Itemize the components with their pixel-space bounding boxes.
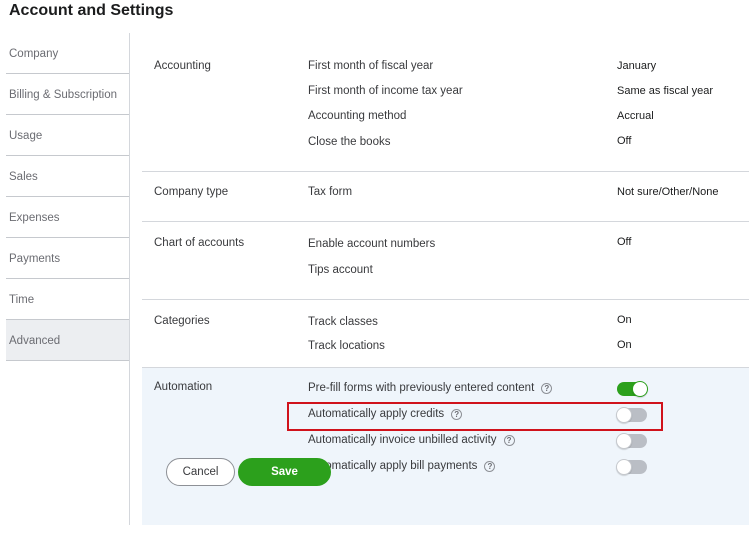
row-value: Same as fiscal year xyxy=(617,85,713,97)
section-label: Accounting xyxy=(154,60,211,72)
toggle-knob xyxy=(616,459,632,475)
categories-section[interactable]: Categories Track classes On Track locati… xyxy=(142,300,749,368)
row-value: On xyxy=(617,314,632,326)
page-title: Account and Settings xyxy=(9,2,174,19)
toggle-knob xyxy=(616,433,632,449)
sidebar-item-sales[interactable]: Sales xyxy=(6,156,129,197)
accounting-section[interactable]: Accounting First month of fiscal year Ja… xyxy=(142,33,749,172)
row-value: On xyxy=(617,339,632,351)
row-value: Not sure/Other/None xyxy=(617,186,719,198)
section-label: Company type xyxy=(154,186,229,198)
row-label: Accounting method xyxy=(308,110,407,122)
automation-section[interactable]: Automation Pre-fill forms with previousl… xyxy=(142,368,749,525)
toggle-knob xyxy=(632,381,648,397)
row-label-text: Pre-fill forms with previously entered c… xyxy=(308,382,535,394)
save-button[interactable]: Save xyxy=(238,458,331,486)
sidebar-item-time[interactable]: Time xyxy=(6,279,129,320)
invoice-unbilled-label: Automatically invoice unbilled activity … xyxy=(308,434,515,446)
prefill-forms-toggle[interactable] xyxy=(617,381,648,397)
row-value: Off xyxy=(617,135,632,147)
help-circle-icon[interactable]: ? xyxy=(484,460,496,472)
section-label: Chart of accounts xyxy=(154,237,245,249)
row-label: Track locations xyxy=(308,340,385,352)
highlight-box xyxy=(287,402,663,431)
row-label: First month of fiscal year xyxy=(308,60,434,72)
row-value: January xyxy=(617,60,657,72)
row-value: Accrual xyxy=(617,110,654,122)
apply-bill-payments-toggle[interactable] xyxy=(616,459,647,475)
chart-of-accounts-section[interactable]: Chart of accounts Enable account numbers… xyxy=(142,222,749,300)
apply-bill-payments-label: Automatically apply bill payments ? xyxy=(308,460,496,472)
row-label: First month of income tax year xyxy=(308,85,463,97)
row-label: Close the books xyxy=(308,136,391,148)
help-circle-icon[interactable]: ? xyxy=(503,434,515,446)
sidebar-item-payments[interactable]: Payments xyxy=(6,238,129,279)
row-label: Tips account xyxy=(308,264,373,276)
sidebar-item-billing-subscription[interactable]: Billing & Subscription xyxy=(6,74,129,115)
row-value: Off xyxy=(617,236,632,248)
section-label: Categories xyxy=(154,315,210,327)
row-label-text: Automatically apply bill payments xyxy=(308,460,478,472)
section-label: Automation xyxy=(154,381,213,393)
company-type-section[interactable]: Company type Tax form Not sure/Other/Non… xyxy=(142,172,749,222)
prefill-forms-label: Pre-fill forms with previously entered c… xyxy=(308,382,553,394)
row-label-text: Automatically invoice unbilled activity xyxy=(308,434,497,446)
row-label: Tax form xyxy=(308,186,353,198)
sidebar-item-company[interactable]: Company xyxy=(6,33,129,74)
sidebar-item-expenses[interactable]: Expenses xyxy=(6,197,129,238)
invoice-unbilled-toggle[interactable] xyxy=(616,433,647,449)
settings-sidebar: Company Billing & Subscription Usage Sal… xyxy=(6,33,130,525)
sidebar-item-usage[interactable]: Usage xyxy=(6,115,129,156)
help-circle-icon[interactable]: ? xyxy=(541,382,553,394)
cancel-button[interactable]: Cancel xyxy=(166,458,235,486)
sidebar-item-advanced[interactable]: Advanced xyxy=(6,320,129,361)
row-label: Enable account numbers xyxy=(308,238,436,250)
row-label: Track classes xyxy=(308,316,378,328)
